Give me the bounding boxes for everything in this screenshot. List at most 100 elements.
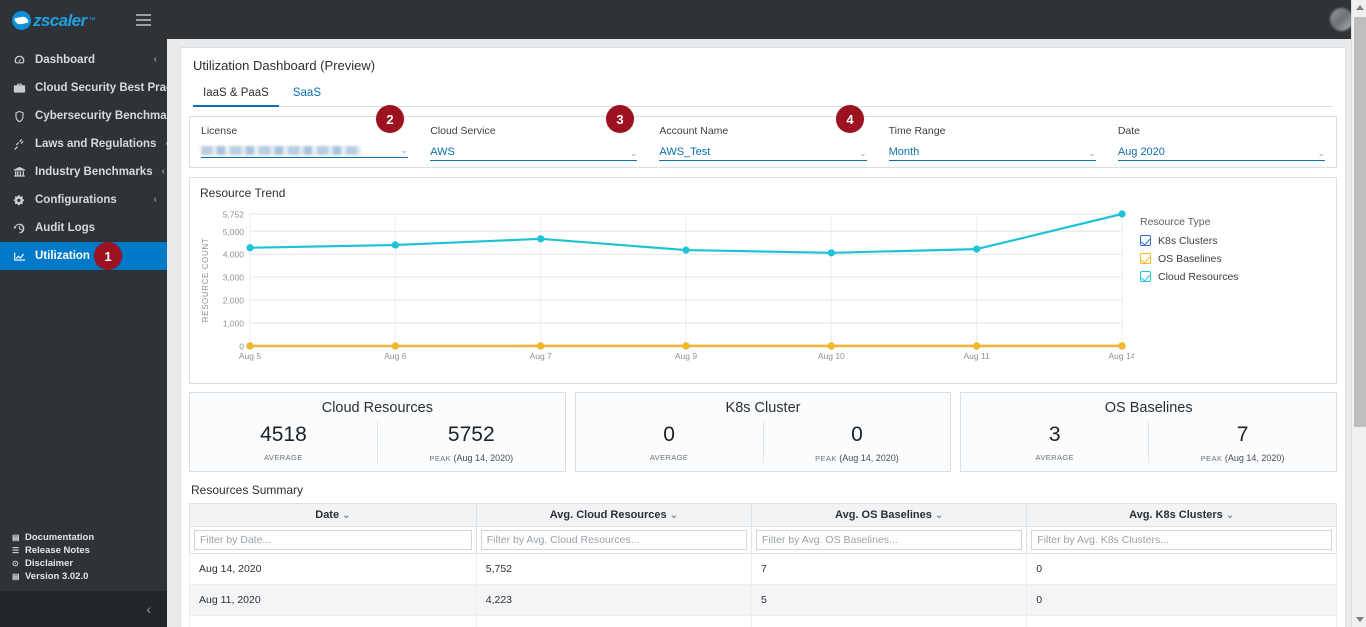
- chevron-down-icon: ⌄: [859, 147, 867, 158]
- svg-text:1,000: 1,000: [223, 318, 245, 328]
- list-icon: ☰: [12, 546, 20, 555]
- account-name-dropdown[interactable]: AWS_Test ⌄: [659, 146, 867, 161]
- time-range-dropdown[interactable]: Month ⌄: [888, 145, 1096, 161]
- table-row[interactable]: Aug 11, 2020 4,223 5 0: [189, 584, 1337, 616]
- kpi-cards: Cloud Resources 4518 AVERAGE 5752 PEAK (…: [189, 391, 1338, 472]
- sort-chevron-icon[interactable]: ⌄: [1226, 510, 1234, 521]
- kpi-card-os-baselines: OS Baselines 3 AVERAGE 7 PEAK (Aug 14, 2…: [960, 391, 1338, 472]
- column-header-avg-cloud-resources[interactable]: Avg. Cloud Resources ⌄: [475, 502, 753, 527]
- table-filter-row: [189, 525, 1337, 554]
- sidebar-item-label: Dashboard: [35, 54, 96, 66]
- svg-text:Aug 14: Aug 14: [1109, 351, 1134, 361]
- svg-text:Aug 5: Aug 5: [239, 351, 261, 361]
- sidebar-item-cybersecurity-benchmarks[interactable]: Cybersecurity Benchmarks ‹: [0, 102, 196, 130]
- chart-area: 0 1,000 2,000 3,000 4,000 5,000 5,752 RESOURCE …: [190, 202, 1336, 383]
- tab-saas[interactable]: SaaS: [283, 83, 331, 107]
- svg-text:RESOURCE COUNT: RESOURCE COUNT: [201, 237, 210, 321]
- sidebar-item-cloud-security-best-practices[interactable]: Cloud Security Best Practices: [0, 74, 199, 102]
- scroll-up-arrow-icon[interactable]: [1352, 0, 1366, 15]
- chevron-left-icon: ‹: [146, 601, 151, 617]
- filter-label: Cloud Service: [430, 124, 496, 137]
- sidebar-collapse-button[interactable]: ‹: [0, 591, 167, 627]
- kpi-peak: 5752 PEAK (Aug 14, 2020): [376, 421, 565, 463]
- column-header-label: Date: [315, 508, 340, 521]
- sidebar-item-utilization[interactable]: Utilization: [0, 242, 167, 270]
- resources-summary-table: Date ⌄ Avg. Cloud Resources ⌄ Avg. OS Base…: [189, 502, 1337, 627]
- cloud-service-dropdown[interactable]: AWS ⌄: [430, 146, 638, 161]
- brand-name: zscaler: [33, 10, 87, 30]
- footer-link-label: Documentation: [25, 532, 95, 543]
- brand-row: zscaler ™: [0, 0, 167, 40]
- chevron-down-icon: ⌄: [1317, 147, 1326, 158]
- kpi-title: OS Baselines: [1104, 399, 1193, 416]
- zscaler-logo[interactable]: zscaler ™: [12, 10, 95, 30]
- kpi-average-value: 3: [1048, 422, 1061, 446]
- filter-label: Account Name: [659, 124, 729, 137]
- callout-badge-2: 2: [376, 105, 404, 133]
- filter-input-avg-os-baselines[interactable]: [756, 529, 1023, 550]
- callout-badge-1: 1: [94, 242, 122, 270]
- tab-iaas-paas[interactable]: IaaS & PaaS: [193, 83, 279, 107]
- license-dropdown[interactable]: ⌄: [201, 144, 409, 158]
- kpi-average: 3 AVERAGE: [961, 422, 1148, 463]
- sidebar-item-laws-and-regulations[interactable]: Laws and Regulations ‹: [0, 130, 169, 158]
- gavel-icon: [13, 138, 26, 151]
- table-row[interactable]: Aug 14, 2020 5,752 7 0: [189, 553, 1337, 585]
- shield-icon: [13, 110, 26, 123]
- footer-link-documentation[interactable]: ▤ Documentation: [12, 531, 94, 544]
- checkbox-checked-icon[interactable]: [1140, 253, 1151, 265]
- sidebar-item-label: Industry Benchmarks: [35, 166, 153, 178]
- filter-date: Date Aug 2020 ⌄: [1107, 125, 1336, 161]
- chevron-down-icon: ⌄: [400, 144, 409, 155]
- kpi-average: 0 AVERAGE: [576, 422, 763, 463]
- column-header-date[interactable]: Date ⌄: [189, 502, 477, 527]
- legend-item-k8s-clusters[interactable]: K8s Clusters: [1140, 235, 1332, 247]
- zscaler-logo-icon: [12, 10, 31, 30]
- sort-chevron-icon[interactable]: ⌄: [935, 510, 943, 521]
- avatar[interactable]: [1330, 7, 1353, 31]
- sidebar-nav: Dashboard ‹ Cloud Security Best Practice…: [0, 40, 199, 270]
- sort-chevron-icon[interactable]: ⌄: [670, 510, 678, 521]
- svg-text:Aug 9: Aug 9: [675, 351, 697, 361]
- info-icon: ⊙: [12, 559, 19, 568]
- filter-input-avg-k8s-clusters[interactable]: [1031, 529, 1332, 550]
- chart-plot: 0 1,000 2,000 3,000 4,000 5,000 5,752 RESOURCE …: [194, 204, 1136, 377]
- table-row[interactable]: Aug 10, 2020 4,071 4 0: [189, 615, 1337, 627]
- legend-label: Cloud Resources: [1158, 270, 1239, 283]
- sidebar-item-configurations[interactable]: Configurations ‹: [0, 186, 167, 214]
- chevron-down-icon: ⌄: [1088, 147, 1096, 158]
- svg-text:4,000: 4,000: [223, 249, 245, 259]
- time-range-value: Month: [888, 145, 920, 158]
- footer-link-disclaimer[interactable]: ⊙ Disclaimer: [12, 557, 94, 570]
- sidebar-item-label: Audit Logs: [35, 222, 96, 234]
- column-header-label: Avg. OS Baselines: [835, 508, 932, 521]
- scrollbar-thumb[interactable]: [1353, 17, 1366, 427]
- filter-input-avg-cloud-resources[interactable]: [480, 529, 748, 550]
- footer-link-release-notes[interactable]: ☰ Release Notes: [12, 544, 94, 557]
- callout-badge-4: 4: [836, 105, 864, 133]
- sidebar-item-industry-benchmarks[interactable]: Industry Benchmarks ‹: [0, 158, 167, 186]
- filter-label: License: [201, 124, 238, 137]
- filter-input-date[interactable]: [194, 529, 472, 550]
- date-dropdown[interactable]: Aug 2020 ⌄: [1117, 146, 1326, 161]
- legend-item-os-baselines[interactable]: OS Baselines: [1140, 253, 1332, 265]
- page-title: Utilization Dashboard (Preview): [193, 57, 376, 73]
- checkbox-checked-icon[interactable]: [1140, 235, 1151, 247]
- footer-link-label: Release Notes: [25, 545, 90, 556]
- checkbox-checked-icon[interactable]: [1140, 271, 1151, 283]
- column-header-avg-k8s-clusters[interactable]: Avg. K8s Clusters ⌄: [1026, 502, 1337, 527]
- tag-icon: ▤: [12, 572, 20, 581]
- column-header-avg-os-baselines[interactable]: Avg. OS Baselines ⌄: [751, 502, 1028, 527]
- scroll-down-arrow-icon[interactable]: [1352, 612, 1366, 627]
- page-scrollbar[interactable]: [1351, 0, 1366, 627]
- sidebar-item-dashboard[interactable]: Dashboard ‹: [0, 46, 167, 74]
- legend-item-cloud-resources[interactable]: Cloud Resources: [1140, 271, 1332, 283]
- sidebar: zscaler ™ Dashboard ‹ Cloud Security Bes…: [0, 0, 199, 627]
- sort-chevron-icon[interactable]: ⌄: [342, 510, 350, 521]
- kpi-peak-value: 7: [1236, 422, 1249, 446]
- cell-avg-cloud-resources: 4,223: [475, 584, 753, 616]
- cell-avg-os-baselines: 7: [751, 553, 1028, 585]
- hamburger-menu-icon[interactable]: [134, 10, 153, 30]
- resource-trend-card: Resource Trend 0 1,000 2,000 3,000 4,000 5,00…: [189, 176, 1337, 384]
- sidebar-item-audit-logs[interactable]: Audit Logs: [0, 214, 167, 242]
